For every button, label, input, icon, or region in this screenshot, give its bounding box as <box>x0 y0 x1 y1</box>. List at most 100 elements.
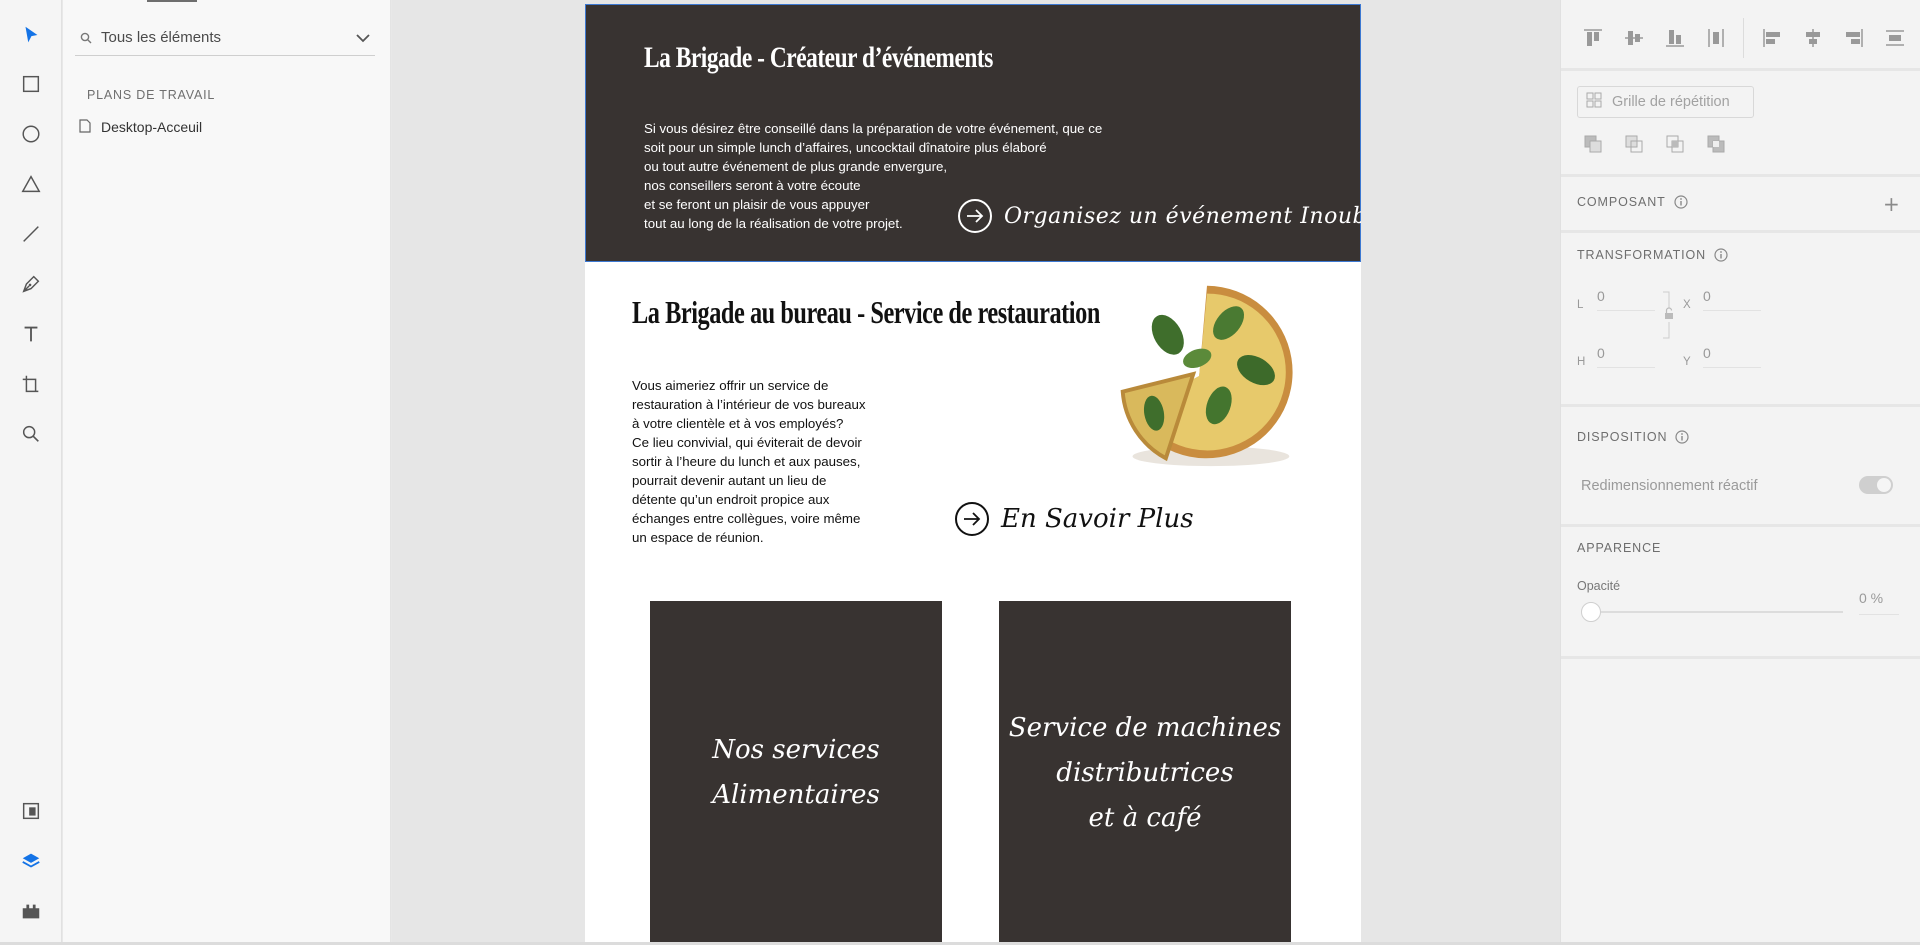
panel-divider <box>1561 656 1920 659</box>
panel-divider <box>1561 68 1920 71</box>
width-value[interactable]: 0 <box>1597 288 1655 311</box>
layers-panel: Tous les éléments PLANS DE TRAVAIL Deskt… <box>63 0 391 945</box>
ellipse-tool[interactable] <box>16 119 46 149</box>
artboard-tool[interactable] <box>16 369 46 399</box>
info-icon[interactable] <box>1714 248 1728 262</box>
chevron-down-icon[interactable] <box>351 33 375 43</box>
align-left-button[interactable] <box>1758 24 1786 52</box>
zoom-tool[interactable] <box>16 419 46 449</box>
hero-body-line: nos conseillers seront à votre écoute <box>644 178 861 193</box>
align-top-button[interactable] <box>1579 24 1607 52</box>
align-center-button[interactable] <box>1799 24 1827 52</box>
height-field[interactable]: H 0 <box>1577 345 1655 368</box>
hero-cta-text: Organisez un événement Inoubliable <box>1004 203 1361 229</box>
layers-tool[interactable] <box>16 846 46 876</box>
boolean-operations <box>1581 132 1745 156</box>
artboard-icon <box>22 375 39 393</box>
card-vending-services[interactable]: Service de machines distributrices et à … <box>999 601 1291 945</box>
card-title-line: Nos services <box>712 735 880 765</box>
hero-cta-link[interactable]: Organisez un événement Inoubliable <box>958 199 1361 233</box>
opacity-slider[interactable] <box>1581 602 1843 622</box>
alignment-toolbar <box>1579 18 1920 58</box>
x-field[interactable]: X 0 <box>1683 288 1761 311</box>
repeat-grid-icon <box>1586 92 1602 112</box>
triangle-tool[interactable] <box>16 169 46 199</box>
arrow-right-circle-icon <box>958 199 992 233</box>
tab-indicator <box>147 0 197 2</box>
slider-track <box>1591 611 1843 613</box>
quiche-image[interactable] <box>1109 276 1305 472</box>
lock-aspect-icon[interactable] <box>1662 290 1676 340</box>
x-value[interactable]: 0 <box>1703 288 1761 311</box>
card-title-line: et à café <box>1088 802 1202 833</box>
info-icon[interactable] <box>1674 195 1688 209</box>
hero-section[interactable]: La Brigade - Créateur d’événements Si vo… <box>585 4 1361 262</box>
align-middle-button[interactable] <box>1620 24 1648 52</box>
plugins-icon <box>22 904 40 919</box>
card-title: Service de machines distributrices et à … <box>1009 706 1281 841</box>
transform-section-label: TRANSFORMATION <box>1577 248 1728 262</box>
section-body-line: Vous aimeriez offrir un service de <box>632 378 829 393</box>
slider-thumb[interactable] <box>1581 602 1601 622</box>
card-food-services[interactable]: Nos services Alimentaires <box>650 601 942 945</box>
add-component-button[interactable]: + <box>1883 194 1900 214</box>
opacity-value[interactable]: 0 % <box>1859 590 1899 615</box>
select-tool[interactable] <box>16 20 46 50</box>
boolean-intersect-icon[interactable] <box>1663 132 1687 156</box>
plugins-tool[interactable] <box>16 896 46 926</box>
card-title-line: distributrices <box>1056 757 1234 788</box>
property-inspector: Grille de répétition COMPOSANT + TRANSFO… <box>1560 0 1920 945</box>
artboard-desktop-accueil[interactable]: La Brigade - Créateur d’événements Si vo… <box>585 4 1361 945</box>
pen-icon <box>22 275 40 293</box>
layout-label-text: DISPOSITION <box>1577 430 1668 444</box>
section-cta-link[interactable]: En Savoir Plus <box>955 502 1194 536</box>
responsive-resize-label: Redimensionnement réactif <box>1581 478 1758 494</box>
section-body-line: Ce lieu convivial, qui éviterait de devo… <box>632 435 862 450</box>
distribute-horizontal-button[interactable] <box>1702 24 1730 52</box>
toolbar-separator <box>1743 18 1744 58</box>
height-value[interactable]: 0 <box>1597 345 1655 368</box>
triangle-icon <box>21 175 41 193</box>
align-bottom-button[interactable] <box>1661 24 1689 52</box>
layout-section-label: DISPOSITION <box>1577 430 1690 444</box>
width-field[interactable]: L 0 <box>1577 288 1655 311</box>
repeat-grid-button[interactable]: Grille de répétition <box>1577 86 1754 118</box>
appearance-label-text: APPARENCE <box>1577 541 1662 555</box>
hero-body-line: ou tout autre événement de plus grande e… <box>644 159 948 174</box>
card-title-line: Alimentaires <box>712 780 880 810</box>
y-field[interactable]: Y 0 <box>1683 345 1761 368</box>
line-tool[interactable] <box>16 219 46 249</box>
design-canvas[interactable]: La Brigade - Créateur d’événements Si vo… <box>392 0 1560 945</box>
boolean-exclude-icon[interactable] <box>1704 132 1728 156</box>
distribute-vertical-button[interactable] <box>1881 24 1909 52</box>
responsive-resize-toggle[interactable] <box>1859 476 1893 494</box>
hero-title: La Brigade - Créateur d’événements <box>644 41 993 74</box>
boolean-add-icon[interactable] <box>1581 132 1605 156</box>
artboard-list-item[interactable]: Desktop-Acceuil <box>79 116 202 138</box>
section-body-line: un espace de réunion. <box>632 530 764 545</box>
section-title: La Brigade au bureau - Service de restau… <box>632 294 1100 330</box>
layer-filter-label: Tous les éléments <box>101 29 222 46</box>
rectangle-tool[interactable] <box>16 69 46 99</box>
select-icon <box>25 26 38 43</box>
section-body-line: pourrait devenir autant un lieu de <box>632 473 827 488</box>
assets-tool[interactable] <box>16 796 46 826</box>
y-value[interactable]: 0 <box>1703 345 1761 368</box>
pen-tool[interactable] <box>16 269 46 299</box>
opacity-label: Opacité <box>1577 579 1621 593</box>
layer-filter-dropdown[interactable]: Tous les éléments <box>75 20 375 56</box>
artboards-section-title: PLANS DE TRAVAIL <box>87 88 216 102</box>
width-key: L <box>1577 299 1584 311</box>
artboard-list-item-label: Desktop-Acceuil <box>101 119 203 135</box>
component-label-text: COMPOSANT <box>1577 195 1666 209</box>
line-icon <box>23 226 39 242</box>
align-right-button[interactable] <box>1840 24 1868 52</box>
zoom-icon <box>22 425 39 442</box>
repeat-grid-label: Grille de répétition <box>1612 94 1730 110</box>
rectangle-icon <box>22 75 40 93</box>
assets-icon <box>22 802 40 820</box>
boolean-subtract-icon[interactable] <box>1622 132 1646 156</box>
info-icon[interactable] <box>1675 430 1690 444</box>
text-tool[interactable] <box>16 319 46 349</box>
section-body-line: sortir à l’heure du lunch et aux pauses, <box>632 454 861 469</box>
